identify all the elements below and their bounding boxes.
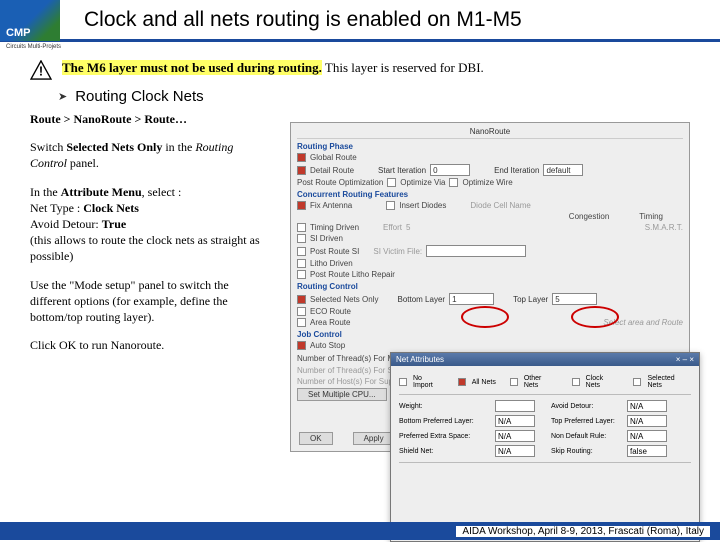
warning-text: The M6 layer must not be used during rou…: [62, 60, 484, 76]
section-routing-control: Routing Control: [297, 282, 683, 291]
si-driven-checkbox[interactable]: [297, 234, 306, 243]
instr-p1: Switch Selected Nets Only in the Routing…: [30, 139, 270, 171]
selected-nets-checkbox[interactable]: [297, 295, 306, 304]
clock-nets-radio[interactable]: [572, 378, 580, 386]
top-layer-highlight-circle: [571, 306, 619, 328]
weight-input[interactable]: [495, 400, 535, 412]
section-job-control: Job Control: [297, 330, 683, 339]
optimize-via-checkbox[interactable]: [387, 178, 396, 187]
bottom-layer-input[interactable]: 1: [449, 293, 494, 305]
header-bar: Clock and all nets routing is enabled on…: [0, 0, 720, 42]
fix-antenna-checkbox[interactable]: [297, 201, 306, 210]
bottom-layer-highlight-circle: [461, 306, 509, 328]
net-type-row: No Import All Nets Other Nets Clock Nets…: [399, 375, 691, 389]
instr-p2: In the Attribute Menu, select : Net Type…: [30, 184, 270, 265]
post-litho-checkbox[interactable]: [297, 270, 306, 279]
area-checkbox[interactable]: [297, 318, 306, 327]
net-attributes-titlebar[interactable]: Net Attributes × – ×: [391, 353, 699, 366]
instructions-column: Route > NanoRoute > Route… Switch Select…: [30, 111, 270, 353]
bottom-pref-input[interactable]: N/A: [495, 415, 535, 427]
insert-diode-checkbox[interactable]: [386, 201, 395, 210]
shield-input[interactable]: N/A: [495, 445, 535, 457]
timing-driven-checkbox[interactable]: [297, 223, 306, 232]
ndr-input[interactable]: N/A: [627, 430, 667, 442]
footer-text: AIDA Workshop, April 8-9, 2013, Frascati…: [456, 526, 710, 537]
nanoroute-apply-button[interactable]: Apply: [353, 432, 395, 445]
optimize-wire-checkbox[interactable]: [449, 178, 458, 187]
cmp-logo: [0, 0, 60, 41]
si-victim-input[interactable]: [426, 245, 526, 257]
window-controls-icon[interactable]: × – ×: [676, 355, 694, 364]
avoid-detour-select[interactable]: N/A: [627, 400, 667, 412]
end-iter-input[interactable]: default: [543, 164, 583, 176]
bullet-routing-clock-nets: ➤ Routing Clock Nets: [58, 88, 690, 105]
skip-select[interactable]: false: [627, 445, 667, 457]
eco-checkbox[interactable]: [297, 307, 306, 316]
pref-extra-input[interactable]: N/A: [495, 430, 535, 442]
all-nets-radio[interactable]: [458, 378, 466, 386]
nanoroute-ok-button[interactable]: OK: [299, 432, 333, 445]
menu-path: Route > NanoRoute > Route…: [30, 111, 270, 127]
footer-bar: AIDA Workshop, April 8-9, 2013, Frascati…: [0, 522, 720, 540]
warning-tail: This layer is reserved for DBI.: [322, 60, 484, 75]
svg-text:!: !: [39, 63, 43, 78]
other-nets-radio[interactable]: [510, 378, 518, 386]
selected-nets-radio[interactable]: [633, 378, 641, 386]
top-layer-input[interactable]: 5: [552, 293, 597, 305]
start-iter-input[interactable]: 0: [430, 164, 470, 176]
slide-content: ! The M6 layer must not be used during r…: [0, 52, 720, 522]
net-attributes-dialog: Net Attributes × – × No Import All Nets …: [390, 352, 700, 542]
post-si-checkbox[interactable]: [297, 247, 306, 256]
tagline: Circuits Multi-Projets: [0, 42, 720, 52]
set-cpu-button[interactable]: Set Multiple CPU...: [297, 388, 387, 401]
no-import-radio[interactable]: [399, 378, 407, 386]
top-pref-input[interactable]: N/A: [627, 415, 667, 427]
bullet-label: Routing Clock Nets: [75, 88, 203, 105]
instr-p3: Use the "Mode setup" panel to switch the…: [30, 277, 270, 326]
warning-icon: !: [30, 60, 52, 80]
warning-highlight: The M6 layer must not be used during rou…: [62, 60, 322, 75]
global-route-checkbox[interactable]: [297, 153, 306, 162]
warning-row: ! The M6 layer must not be used during r…: [30, 60, 690, 80]
litho-checkbox[interactable]: [297, 259, 306, 268]
slide-title: Clock and all nets routing is enabled on…: [84, 8, 522, 32]
section-routing-phase: Routing Phase: [297, 142, 683, 151]
instr-p4: Click OK to run Nanoroute.: [30, 337, 270, 353]
bullet-arrow-icon: ➤: [58, 90, 67, 103]
auto-stop-checkbox[interactable]: [297, 341, 306, 350]
detail-route-checkbox[interactable]: [297, 166, 306, 175]
section-concurrent: Concurrent Routing Features: [297, 190, 683, 199]
nanoroute-title: NanoRoute: [297, 127, 683, 139]
